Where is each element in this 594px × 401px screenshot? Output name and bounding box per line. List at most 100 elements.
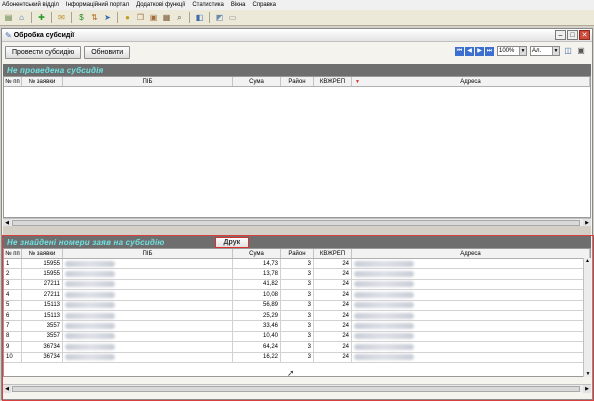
district: 3 <box>281 310 314 321</box>
redacted-text <box>354 302 414 309</box>
first-page-icon[interactable]: ⏮ <box>455 46 464 56</box>
print-icon[interactable]: ▣ <box>148 12 159 23</box>
table-row[interactable]: 3 27211 41,82 3 24 <box>4 279 590 291</box>
window-app-icon: ✎ <box>5 30 12 40</box>
column-header[interactable]: № заявки <box>22 249 63 258</box>
search-icon[interactable]: ⌕ <box>174 12 185 23</box>
column-header[interactable]: Район <box>281 249 314 258</box>
column-header[interactable]: Сума <box>233 77 281 86</box>
address-redacted <box>352 352 590 362</box>
export-icon[interactable]: ▤ <box>3 12 14 23</box>
minimize-button[interactable]: – <box>555 30 566 40</box>
amount: 14,73 <box>233 259 281 269</box>
add-icon[interactable]: ✚ <box>36 12 47 23</box>
column-header[interactable]: № пп <box>4 77 22 86</box>
home-icon[interactable]: ⌂ <box>16 12 27 23</box>
format-value: Ал. <box>532 48 542 54</box>
full-name-redacted <box>63 342 233 352</box>
next-page-icon[interactable]: ▶ <box>475 46 484 56</box>
zoom-select[interactable]: 100% ▼ <box>497 46 527 56</box>
redacted-text <box>65 343 115 350</box>
amount: 64,24 <box>233 342 281 352</box>
copy-icon[interactable]: ❐ <box>135 12 146 23</box>
kvzhrep: 24 <box>314 352 352 362</box>
scroll-left-icon[interactable]: ◀ <box>3 385 11 393</box>
scroll-thumb[interactable] <box>12 386 580 392</box>
table-row[interactable]: 5 15113 56,89 3 24 <box>4 300 590 311</box>
full-name-redacted <box>63 331 233 342</box>
report-navigator: ⏮ ◀ ▶ ⏭ 100% ▼ Ал. ▼ ◫ ▣ <box>455 46 586 56</box>
bottom-vertical-scrollbar[interactable]: ▲ ▼ <box>583 258 591 377</box>
kvzhrep: 24 <box>314 300 352 310</box>
exit-icon[interactable]: ▭ <box>227 12 238 23</box>
run-icon[interactable]: ➤ <box>102 12 113 23</box>
not-found-panel-header: Не знайдені номери заяв на субсидію Друк <box>3 236 591 248</box>
chat-icon[interactable]: ◩ <box>214 12 225 23</box>
sort-icon[interactable]: ⇅ <box>89 12 100 23</box>
not-found-grid[interactable]: № пп № заявки ПІБ Сума Район КВЖРЕП Адре… <box>3 248 591 377</box>
district: 3 <box>281 290 314 300</box>
scroll-up-icon[interactable]: ▲ <box>584 258 591 264</box>
scroll-right-icon[interactable]: ▶ <box>583 385 591 393</box>
window-titlebar: ✎ Обробка субсидії – □ ✕ <box>2 29 592 42</box>
scroll-down-icon[interactable]: ▼ <box>584 371 592 377</box>
amount: 33,46 <box>233 321 281 331</box>
application-number: 15113 <box>22 310 63 321</box>
preview-icon[interactable]: ▦ <box>161 12 172 23</box>
column-header[interactable]: Сума <box>233 249 281 258</box>
column-header[interactable]: КВЖРЕП <box>314 77 352 86</box>
info-icon[interactable]: ◧ <box>194 12 205 23</box>
application-number: 36734 <box>22 342 63 352</box>
address-redacted <box>352 321 590 331</box>
column-header[interactable]: ПІБ <box>63 249 233 258</box>
money-icon[interactable]: $ <box>76 12 87 23</box>
table-row[interactable]: 9 36734 64,24 3 24 <box>4 342 590 353</box>
table-row[interactable]: 7 3557 33,46 3 24 <box>4 321 590 332</box>
district: 3 <box>281 331 314 342</box>
top-horizontal-scrollbar[interactable]: ◀ ▶ <box>3 218 591 227</box>
column-header[interactable]: Адреса <box>352 249 590 258</box>
print-report-icon[interactable]: ▣ <box>576 46 586 56</box>
export-report-icon[interactable]: ◫ <box>563 46 573 56</box>
print-button[interactable]: Друк <box>214 236 250 248</box>
menu-item-help[interactable]: Справка <box>252 2 276 8</box>
column-header[interactable]: КВЖРЕП <box>314 249 352 258</box>
column-header[interactable]: № пп <box>4 249 22 258</box>
bottom-horizontal-scrollbar[interactable]: ◀ ▶ <box>3 384 591 393</box>
maximize-button[interactable]: □ <box>567 30 578 40</box>
application-number: 3557 <box>22 321 63 331</box>
unprocessed-grid[interactable]: № пп № заявки ПІБ Сума Район КВЖРЕП ▼ Ад… <box>3 76 591 218</box>
menu-item-windows[interactable]: Вікна <box>231 2 246 8</box>
column-header[interactable]: № заявки <box>22 77 63 86</box>
coin-icon[interactable]: ● <box>122 12 133 23</box>
prev-page-icon[interactable]: ◀ <box>465 46 474 56</box>
toolbar-divider <box>209 12 210 23</box>
process-subsidy-button[interactable]: Провести субсидію <box>5 45 82 59</box>
column-header[interactable]: Район <box>281 77 314 86</box>
kvzhrep: 24 <box>314 342 352 352</box>
redacted-text <box>65 312 115 319</box>
kvzhrep: 24 <box>314 310 352 321</box>
close-button[interactable]: ✕ <box>579 30 590 40</box>
menu-item-functions[interactable]: Додаткові функції <box>136 2 185 8</box>
table-row[interactable]: 6 15113 25,29 3 24 <box>4 310 590 322</box>
table-row[interactable]: 10 36734 16,22 3 24 <box>4 352 590 363</box>
column-header[interactable]: ПІБ <box>63 77 233 86</box>
mail-icon[interactable]: ✉ <box>56 12 67 23</box>
menu-item-statistics[interactable]: Статистика <box>192 2 224 8</box>
format-select[interactable]: Ал. ▼ <box>530 46 560 56</box>
menu-bar: Абонентський відділ Інформаційний портал… <box>0 0 594 10</box>
refresh-button[interactable]: Обновити <box>84 45 131 59</box>
table-row[interactable]: 2 15955 13,78 3 24 <box>4 269 590 280</box>
column-header-address[interactable]: ▼ Адреса <box>352 77 590 86</box>
amount: 41,82 <box>233 279 281 290</box>
table-row[interactable]: 8 3557 10,40 3 24 <box>4 331 590 343</box>
row-number: 7 <box>4 321 22 331</box>
amount: 16,22 <box>233 352 281 362</box>
menu-item-subscriber[interactable]: Абонентський відділ <box>2 2 59 8</box>
splitter[interactable] <box>3 226 591 235</box>
last-page-icon[interactable]: ⏭ <box>485 46 494 56</box>
table-row[interactable]: 4 27211 10,08 3 24 <box>4 290 590 301</box>
menu-item-portal[interactable]: Інформаційний портал <box>66 2 129 8</box>
table-row[interactable]: 1 15955 14,73 3 24 <box>4 259 590 270</box>
